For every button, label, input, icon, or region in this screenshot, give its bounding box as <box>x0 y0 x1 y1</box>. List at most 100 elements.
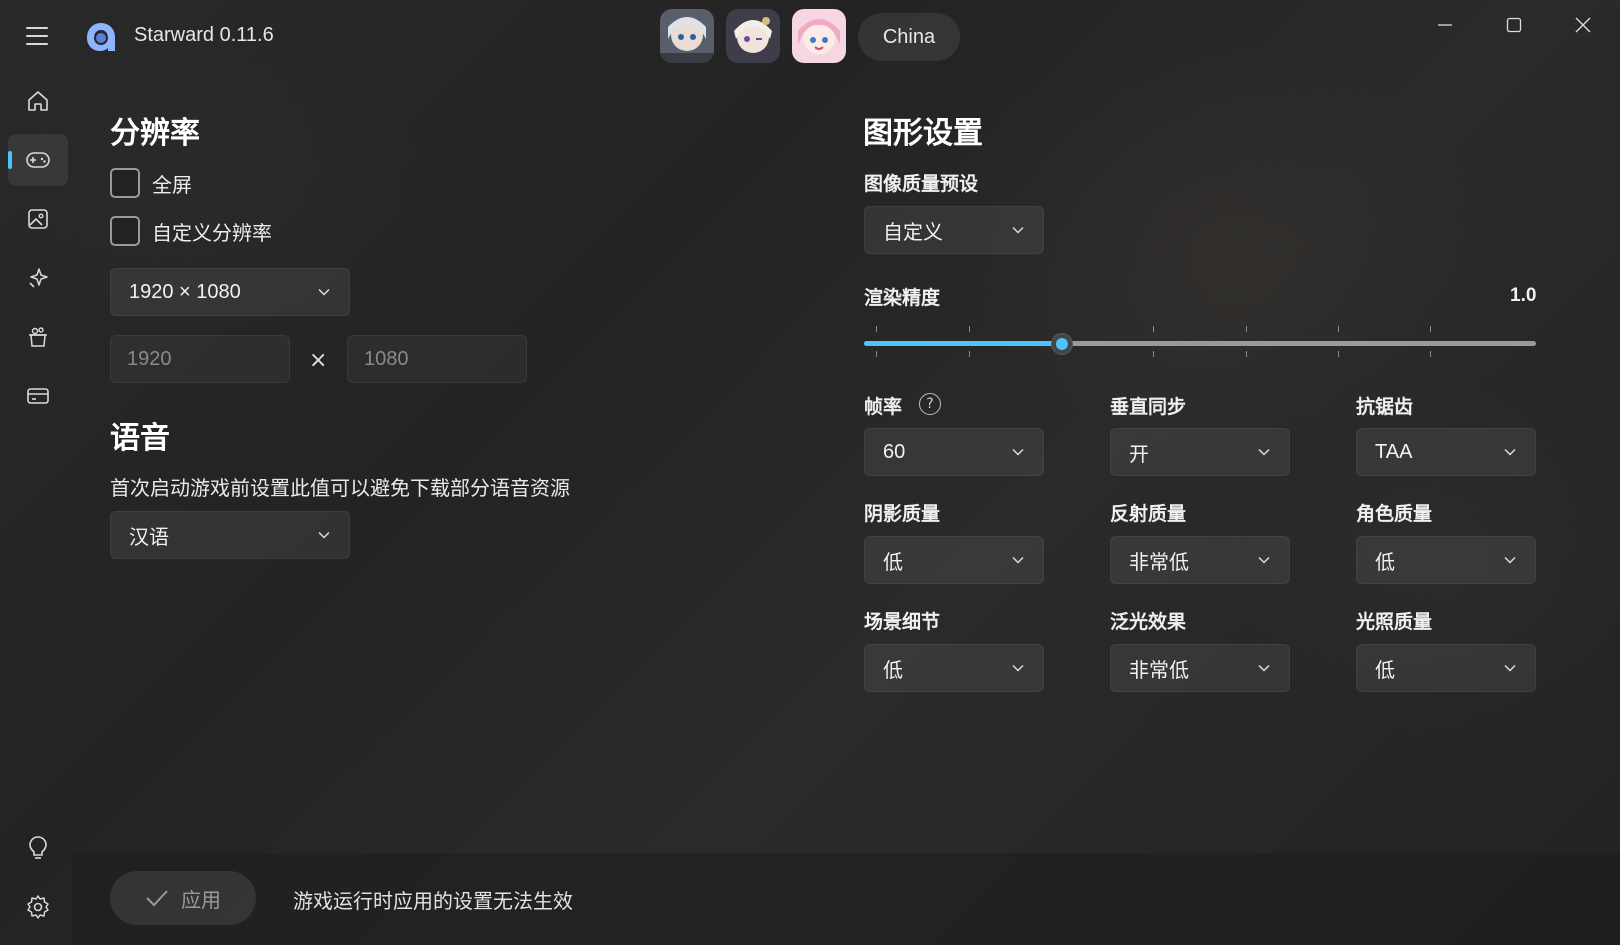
game-switcher[interactable] <box>660 9 846 63</box>
apply-button[interactable]: 应用 <box>110 871 256 925</box>
checkmark-icon <box>146 890 168 907</box>
slider-tick <box>1153 351 1154 357</box>
lighting-quality-value: 低 <box>1375 659 1395 682</box>
shadow-quality-value: 低 <box>883 551 903 574</box>
slider-tick <box>1430 326 1431 332</box>
chevron-down-icon <box>1504 556 1516 564</box>
hamburger-icon <box>26 27 48 29</box>
slider-thumb[interactable] <box>1051 333 1073 355</box>
shadow-quality-label: 阴影质量 <box>864 503 941 525</box>
chevron-down-icon <box>1012 448 1024 456</box>
width-input[interactable]: 1920 <box>110 335 290 383</box>
character-quality-dropdown[interactable]: 低 <box>1356 536 1536 584</box>
chevron-down-icon <box>1504 448 1516 456</box>
sparkle-icon <box>29 268 48 288</box>
chevron-down-icon <box>1504 664 1516 672</box>
voice-language-value: 汉语 <box>129 526 169 549</box>
voice-description: 首次启动游戏前设置此值可以避免下载部分语音资源 <box>110 476 570 500</box>
gamepad-icon <box>26 152 50 168</box>
height-input[interactable]: 1080 <box>347 335 527 383</box>
app-title: Starward 0.11.6 <box>134 24 274 46</box>
nav-tips[interactable] <box>8 822 68 874</box>
lighting-quality-label: 光照质量 <box>1356 611 1433 633</box>
times-sign: × <box>309 348 328 373</box>
fps-dropdown[interactable]: 60 <box>864 428 1044 476</box>
bloom-value: 非常低 <box>1129 659 1189 682</box>
graphics-heading: 图形设置 <box>863 116 983 151</box>
slider-tick <box>1338 351 1339 357</box>
help-icon[interactable]: ? <box>919 393 941 415</box>
fullscreen-label: 全屏 <box>152 172 192 197</box>
lighting-quality-dropdown[interactable]: 低 <box>1356 644 1536 692</box>
anti-aliasing-label: 抗锯齿 <box>1356 396 1414 418</box>
slider-tick <box>1430 351 1431 357</box>
close-icon <box>1575 17 1591 33</box>
quality-preset-dropdown[interactable]: 自定义 <box>864 206 1044 254</box>
maximize-button[interactable] <box>1491 10 1537 40</box>
avatar-game-1[interactable] <box>660 9 714 63</box>
character-quality-value: 低 <box>1375 551 1395 574</box>
nav-game-settings[interactable] <box>8 134 68 186</box>
apply-note: 游戏运行时应用的设置无法生效 <box>293 889 573 913</box>
resolution-value: 1920 × 1080 <box>129 280 241 303</box>
gacha-icon <box>29 327 47 347</box>
home-icon <box>28 91 48 111</box>
shadow-quality-dropdown[interactable]: 低 <box>864 536 1044 584</box>
custom-resolution-checkbox-row[interactable]: 自定义分辨率 <box>110 216 272 246</box>
resolution-heading: 分辨率 <box>110 116 200 151</box>
fps-value: 60 <box>883 440 906 463</box>
nav-home[interactable] <box>8 75 68 127</box>
chevron-down-icon <box>1012 226 1024 234</box>
scene-detail-label: 场景细节 <box>864 611 941 633</box>
fullscreen-checkbox-row[interactable]: 全屏 <box>110 168 192 198</box>
settings-icon <box>27 895 49 919</box>
resolution-dropdown[interactable]: 1920 × 1080 <box>110 268 350 316</box>
scene-detail-value: 低 <box>883 659 903 682</box>
voice-language-dropdown[interactable]: 汉语 <box>110 511 350 559</box>
region-selector[interactable]: China <box>858 13 960 61</box>
menu-button[interactable] <box>22 22 54 50</box>
vsync-dropdown[interactable]: 开 <box>1110 428 1290 476</box>
chevron-down-icon <box>318 531 330 539</box>
scene-detail-dropdown[interactable]: 低 <box>864 644 1044 692</box>
slider-tick <box>876 351 877 357</box>
close-button[interactable] <box>1560 10 1606 40</box>
slider-tick <box>969 326 970 332</box>
vsync-value: 开 <box>1129 443 1149 466</box>
slider-tick <box>876 326 877 332</box>
anti-aliasing-value: TAA <box>1375 440 1413 463</box>
nav-wish-record[interactable] <box>8 252 68 304</box>
nav-screenshots[interactable] <box>8 193 68 245</box>
anti-aliasing-dropdown[interactable]: TAA <box>1356 428 1536 476</box>
custom-resolution-label: 自定义分辨率 <box>152 220 272 245</box>
chevron-down-icon <box>1258 448 1270 456</box>
nav-gacha[interactable] <box>8 311 68 363</box>
render-scale-slider[interactable] <box>864 341 1536 346</box>
chevron-down-icon <box>1012 556 1024 564</box>
slider-tick <box>1246 326 1247 332</box>
fps-label: 帧率 <box>864 396 903 418</box>
chevron-down-icon <box>1012 664 1024 672</box>
custom-resolution-checkbox[interactable] <box>110 216 140 246</box>
image-icon <box>28 209 48 229</box>
lightbulb-icon <box>29 836 47 859</box>
active-indicator <box>8 151 12 169</box>
chevron-down-icon <box>1258 556 1270 564</box>
minimize-button[interactable] <box>1422 10 1468 40</box>
reflection-quality-value: 非常低 <box>1129 551 1189 574</box>
reflection-quality-dropdown[interactable]: 非常低 <box>1110 536 1290 584</box>
card-icon <box>27 388 49 404</box>
avatar-game-2[interactable] <box>726 9 780 63</box>
quality-preset-value: 自定义 <box>883 221 943 244</box>
nav-card[interactable] <box>8 370 68 422</box>
nav-settings[interactable] <box>8 881 68 933</box>
avatar-game-3[interactable] <box>792 9 846 63</box>
reflection-quality-label: 反射质量 <box>1110 503 1187 525</box>
fullscreen-checkbox[interactable] <box>110 168 140 198</box>
maximize-icon <box>1506 17 1522 33</box>
chevron-down-icon <box>318 288 330 296</box>
character-quality-label: 角色质量 <box>1356 503 1433 525</box>
bloom-dropdown[interactable]: 非常低 <box>1110 644 1290 692</box>
sidebar <box>0 75 72 945</box>
render-scale-value: 1.0 <box>1510 285 1537 306</box>
